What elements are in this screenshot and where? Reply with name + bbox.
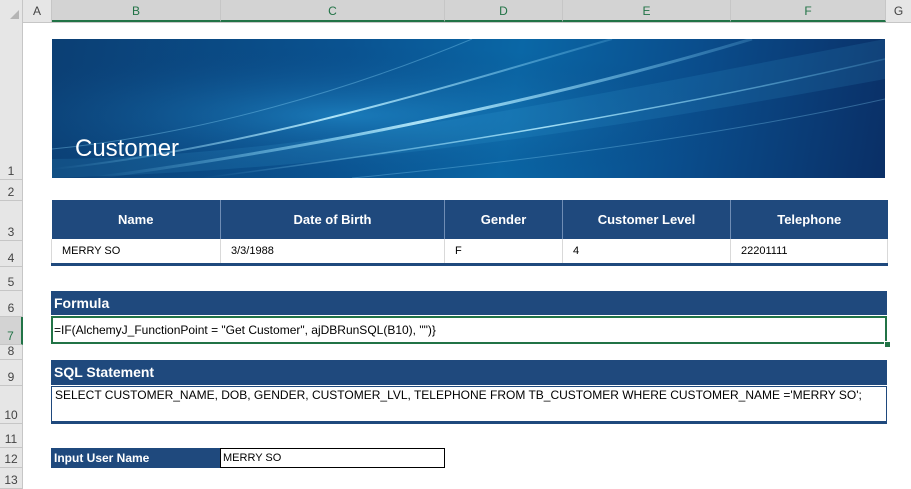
row-header-6[interactable]: 6 (0, 291, 23, 317)
formula-header: Formula (51, 291, 887, 315)
row-header-10[interactable]: 10 (0, 386, 23, 424)
header-customer-level[interactable]: Customer Level (562, 200, 731, 239)
banner-title: Customer (75, 135, 180, 162)
row-header-2[interactable]: 2 (0, 180, 23, 201)
table-row: MERRY SO 3/3/1988 F 4 22201111 (51, 239, 888, 266)
column-header-e[interactable]: E (563, 0, 731, 22)
column-header-f[interactable]: F (731, 0, 886, 22)
cell-telephone[interactable]: 22201111 (730, 239, 888, 266)
header-date-of-birth[interactable]: Date of Birth (220, 200, 445, 239)
table-header-row: Name Date of Birth Gender Customer Level… (51, 200, 888, 239)
fill-handle[interactable] (884, 341, 891, 348)
row-header-13[interactable]: 13 (0, 468, 23, 489)
header-telephone[interactable]: Telephone (730, 200, 888, 239)
input-user-name-field[interactable]: MERRY SO (220, 448, 445, 468)
row-header-3[interactable]: 3 (0, 201, 23, 241)
cell-customer-level[interactable]: 4 (562, 239, 731, 266)
header-name[interactable]: Name (51, 200, 221, 239)
formula-cell[interactable]: =IF(AlchemyJ_FunctionPoint = "Get Custom… (51, 316, 887, 344)
column-header-a[interactable]: A (23, 0, 52, 22)
sql-statement-header: SQL Statement (51, 360, 887, 385)
row-header-7[interactable]: 7 (0, 317, 23, 345)
column-header-b[interactable]: B (52, 0, 221, 22)
customer-banner: Customer (52, 39, 885, 178)
row-header-11[interactable]: 11 (0, 424, 23, 448)
header-gender[interactable]: Gender (444, 200, 563, 239)
row-header-12[interactable]: 12 (0, 448, 23, 468)
column-header-d[interactable]: D (445, 0, 563, 22)
cell-date-of-birth[interactable]: 3/3/1988 (220, 239, 445, 266)
select-all-corner[interactable] (0, 0, 23, 22)
row-header-5[interactable]: 5 (0, 267, 23, 291)
row-header-9[interactable]: 9 (0, 360, 23, 386)
cell-gender[interactable]: F (444, 239, 563, 266)
column-header-g[interactable]: G (886, 0, 911, 22)
sql-statement-cell[interactable]: SELECT CUSTOMER_NAME, DOB, GENDER, CUSTO… (51, 386, 887, 424)
row-header-4[interactable]: 4 (0, 241, 23, 267)
column-header-bar: A B C D E F G (0, 0, 911, 23)
column-header-c[interactable]: C (221, 0, 445, 22)
input-user-name-label: Input User Name (51, 448, 220, 468)
row-header-1[interactable]: 1 (0, 22, 23, 180)
cell-name[interactable]: MERRY SO (51, 239, 221, 266)
row-header-8[interactable]: 8 (0, 344, 23, 360)
customer-table: Name Date of Birth Gender Customer Level… (51, 200, 888, 266)
